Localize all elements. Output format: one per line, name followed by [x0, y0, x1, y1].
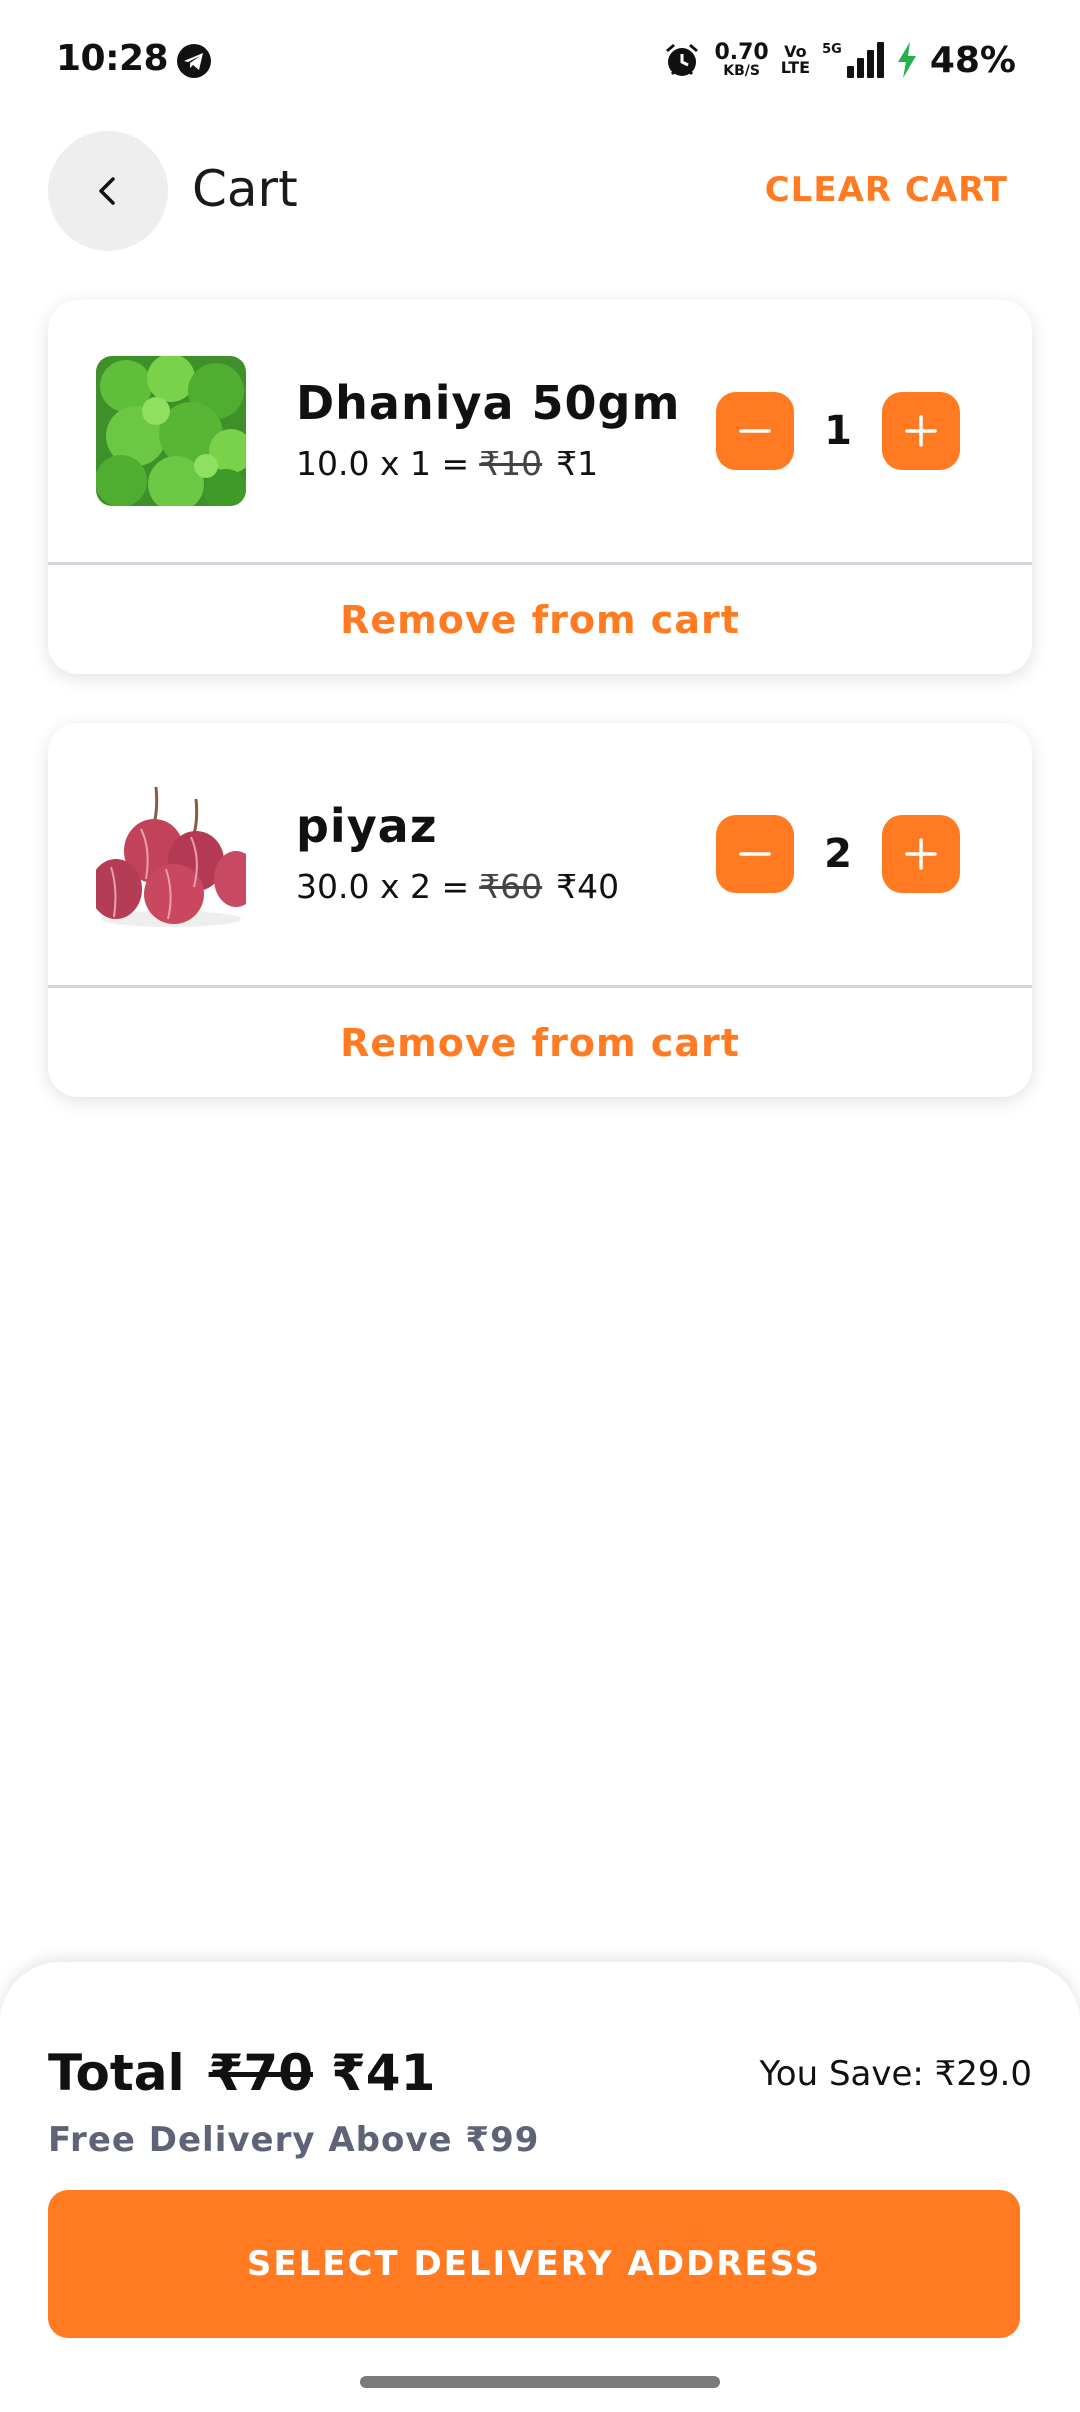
home-indicator[interactable] [360, 2376, 720, 2388]
page-title: Cart [192, 160, 298, 218]
decrease-quantity-button[interactable] [716, 392, 794, 470]
original-price: ₹10 [479, 444, 543, 483]
network-speed: 0.70 KB/S [714, 40, 769, 79]
chevron-left-icon [99, 177, 115, 205]
volte-bottom: LTE [780, 58, 811, 77]
signal-bar [866, 50, 874, 78]
unit-price: 30.0 [296, 867, 370, 906]
product-image-onion [96, 779, 246, 929]
telegram-icon [176, 43, 212, 79]
product-image-coriander [96, 356, 246, 506]
status-bar: 10:28 0.70 KB/S Vo LTE 5G 48% [0, 0, 1080, 120]
charging-bolt-icon [896, 42, 918, 78]
item-price-line: 10.0 x 1 = ₹10 ₹1 [296, 444, 599, 483]
free-delivery-text: Free Delivery Above ₹99 [48, 2120, 540, 2160]
final-price: ₹40 [556, 867, 620, 906]
network-speed-unit: KB/S [723, 63, 760, 79]
total-original-price: ₹70 [208, 2044, 313, 2102]
status-time: 10:28 [56, 38, 169, 79]
volte-indicator: Vo LTE [781, 44, 810, 76]
remove-from-cart-button[interactable]: Remove from cart [48, 988, 1032, 1097]
increase-quantity-button[interactable] [882, 392, 960, 470]
checkout-summary-panel: Total ₹70 ₹41 You Save: ₹29.0 Free Deliver… [0, 1962, 1080, 2412]
network-speed-value: 0.70 [714, 40, 769, 65]
item-price-line: 30.0 x 2 = ₹60 ₹40 [296, 867, 620, 906]
quantity-stepper: 2 [716, 815, 960, 893]
signal-bar [846, 66, 854, 78]
item-name: piyaz [296, 799, 438, 853]
network-type: 5G [822, 42, 842, 57]
cart-item-card: Dhaniya 50gm 10.0 x 1 = ₹10 ₹1 1 Remove fr… [48, 300, 1032, 674]
quantity-value: 1 [824, 408, 852, 454]
final-price: ₹1 [556, 444, 599, 483]
plus-icon [905, 415, 937, 447]
item-name: Dhaniya 50gm [296, 376, 681, 430]
clear-cart-button[interactable]: CLEAR CART [765, 170, 1008, 210]
remove-from-cart-button[interactable]: Remove from cart [48, 565, 1032, 674]
alarm-icon [662, 40, 702, 80]
signal-bar [856, 58, 864, 78]
increase-quantity-button[interactable] [882, 815, 960, 893]
quantity-stepper: 1 [716, 392, 960, 470]
you-save-text: You Save: ₹29.0 [759, 2054, 1032, 2094]
battery-percent: 48% [929, 39, 1016, 81]
signal-icon: 5G [822, 42, 884, 78]
unit-price: 10.0 [296, 444, 370, 483]
original-price: ₹60 [479, 867, 543, 906]
decrease-quantity-button[interactable] [716, 815, 794, 893]
total-final-price: ₹41 [330, 2044, 436, 2102]
select-delivery-address-button[interactable]: SELECT DELIVERY ADDRESS [48, 2190, 1020, 2338]
cart-item-card: piyaz 30.0 x 2 = ₹60 ₹40 2 Remove from car… [48, 723, 1032, 1097]
quantity-value: 2 [824, 831, 852, 877]
total-label: Total [48, 2044, 185, 2102]
back-button[interactable] [48, 131, 168, 251]
status-icons: 0.70 KB/S Vo LTE 5G 48% [662, 36, 1016, 84]
plus-icon [905, 838, 937, 870]
line-quantity: 2 [410, 867, 431, 906]
minus-icon [739, 852, 771, 856]
minus-icon [739, 429, 771, 433]
line-quantity: 1 [410, 444, 431, 483]
signal-bar [876, 42, 884, 78]
total-line: Total ₹70 ₹41 [48, 2044, 435, 2102]
